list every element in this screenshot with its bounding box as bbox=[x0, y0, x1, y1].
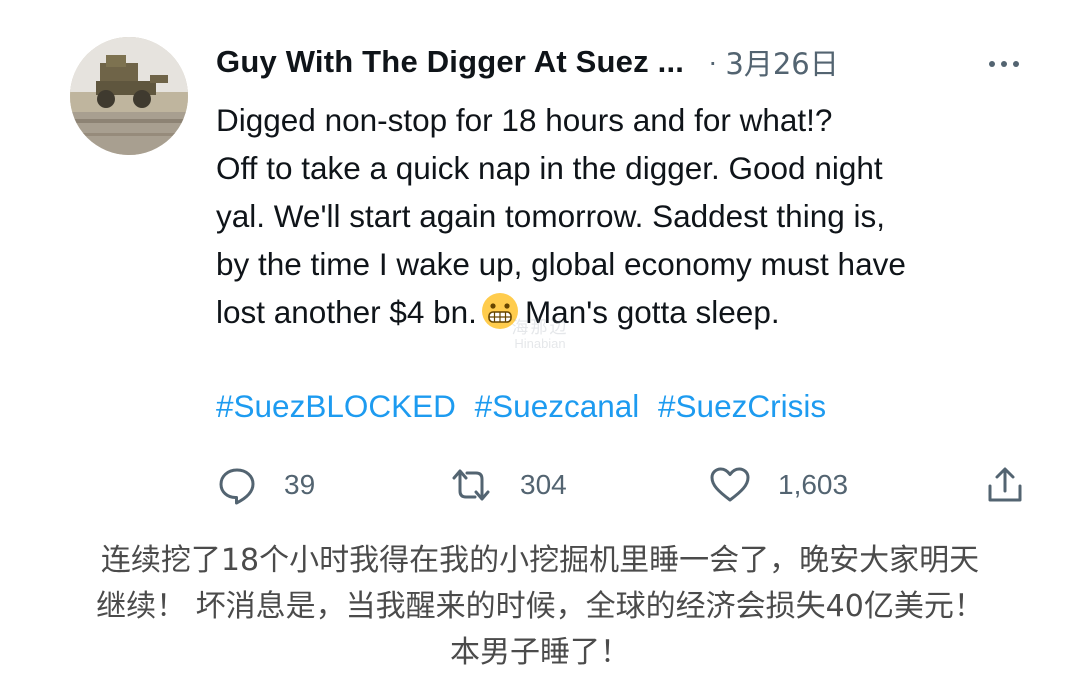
digger-avatar-icon bbox=[70, 37, 188, 155]
more-options-icon bbox=[989, 61, 1019, 67]
tweet-header: Guy With The Digger At Suez ... · 3月26日 bbox=[216, 40, 1036, 84]
tweet-text-line: Digged non-stop for 18 hours and for wha… bbox=[216, 102, 833, 138]
caption-line: 本男子睡了！ bbox=[450, 635, 630, 670]
watermark-en: Hinabian bbox=[514, 336, 566, 351]
author-avatar[interactable] bbox=[70, 37, 188, 155]
separator-dot: · bbox=[708, 46, 718, 77]
retweet-count: 304 bbox=[520, 469, 567, 500]
reply-icon bbox=[219, 468, 255, 505]
like-count: 1,603 bbox=[778, 469, 849, 500]
watermark-cn: 海那边 bbox=[511, 318, 569, 338]
hashtag-link[interactable]: #Suezcanal bbox=[475, 388, 640, 424]
tweet-card: Guy With The Digger At Suez ... · 3月26日 … bbox=[0, 0, 1080, 520]
chinese-caption: 连续挖了18个小时我得在我的小挖掘机里睡一会了，晚安大家明天 继续！ 坏消息是，… bbox=[0, 538, 1080, 676]
hashtag-list: #SuezBLOCKED #Suezcanal #SuezCrisis bbox=[216, 384, 836, 428]
author-name[interactable]: Guy With The Digger At Suez ... bbox=[216, 44, 684, 80]
reply-button[interactable]: 39 bbox=[216, 458, 315, 512]
tweet-text: Digged non-stop for 18 hours and for wha… bbox=[216, 96, 1036, 336]
retweet-icon bbox=[452, 469, 490, 501]
like-button[interactable]: 1,603 bbox=[708, 458, 848, 512]
tweet-text-line: yal. We'll start again tomorrow. Saddest… bbox=[216, 198, 885, 234]
reply-count: 39 bbox=[284, 469, 316, 500]
share-icon bbox=[988, 467, 1022, 502]
share-button[interactable] bbox=[984, 458, 1026, 512]
caption-line: 连续挖了18个小时我得在我的小挖掘机里睡一会了，晚安大家明天 bbox=[100, 543, 980, 578]
tweet-text-segment: lost another $4 bn. bbox=[216, 294, 477, 330]
watermark: 海那边 Hinabian bbox=[470, 320, 610, 364]
hashtag-link[interactable]: #SuezBLOCKED bbox=[216, 388, 456, 424]
hashtag-link[interactable]: #SuezCrisis bbox=[658, 388, 826, 424]
tweet-text-line: Off to take a quick nap in the digger. G… bbox=[216, 150, 883, 186]
tweet-date[interactable]: 3月26日 bbox=[725, 41, 838, 83]
caption-line: 继续！ 坏消息是，当我醒来的时候，全球的经济会损失40亿美元！ bbox=[96, 589, 984, 624]
tweet-text-line: by the time I wake up, global economy mu… bbox=[216, 246, 906, 282]
retweet-button[interactable]: 304 bbox=[448, 458, 567, 512]
tweet-text-line-last: lost another $4 bn. Man's gotta sleep. bbox=[216, 288, 1036, 336]
more-options-button[interactable] bbox=[984, 42, 1024, 82]
tweet-actions: 39 304 1,603 bbox=[0, 458, 1080, 512]
heart-icon bbox=[710, 467, 750, 502]
